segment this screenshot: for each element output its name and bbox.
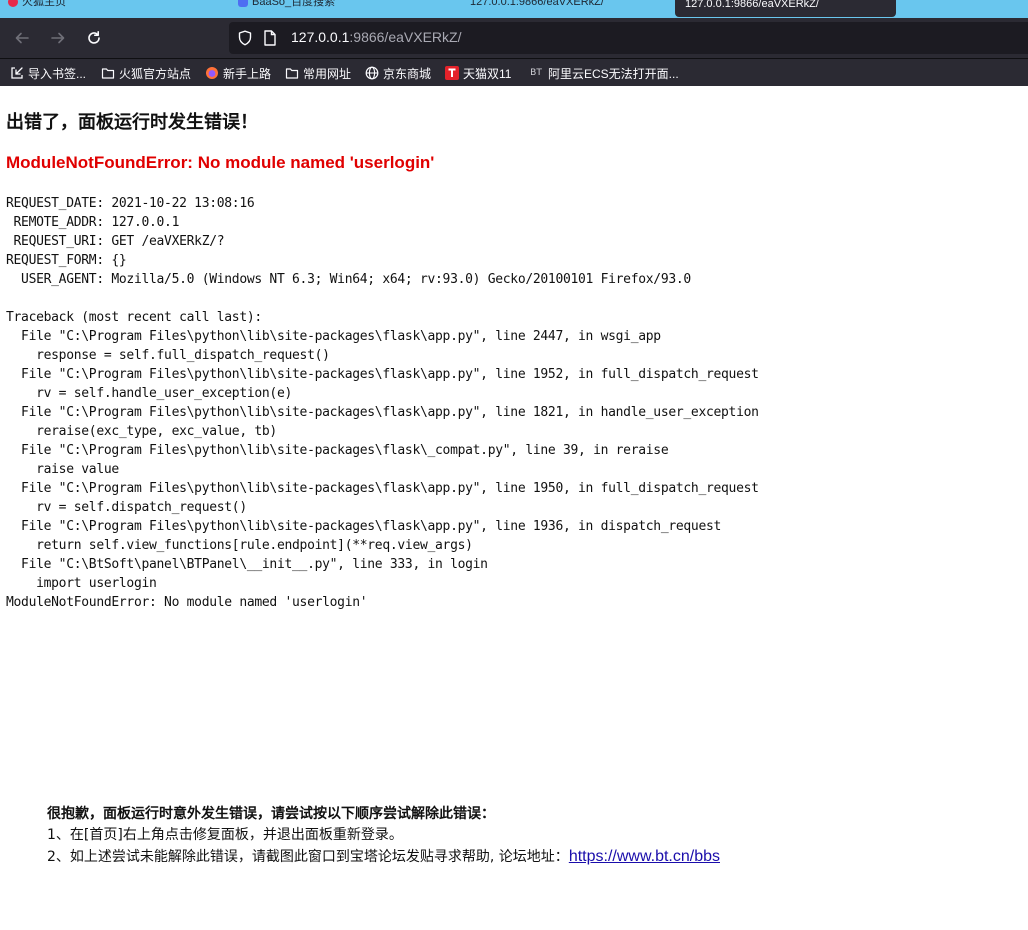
tab-strip: 火狐主页 BaaSo_百度搜索 127.0.0.1:9866/eaVXERkZ/… (0, 0, 1028, 18)
bookmark-label: 常用网址 (303, 66, 352, 81)
bookmark-firefox-official[interactable]: 火狐官方站点 (101, 65, 191, 81)
page-info-icon[interactable] (263, 30, 277, 46)
request-info: REQUEST_DATE: 2021-10-22 13:08:16 REMOTE… (6, 196, 691, 287)
tracking-protection-shield-icon[interactable] (237, 30, 253, 46)
tab-label: 127.0.0.1:9866/eaVXERkZ/ (685, 0, 819, 10)
firefox-favicon-icon (8, 0, 18, 8)
navigation-toolbar: 127.0.0.1:9866/eaVXERkZ/ (0, 18, 1028, 58)
traceback-line: Traceback (most recent call last): (6, 310, 262, 325)
help-notice: 很抱歉，面板运行时意外发生错误，请尝试按以下顺序尝试解除此错误： 1、在[首页]… (47, 804, 720, 868)
bookmark-aliyun-ecs[interactable]: BT 阿里云ECS无法打开面... (528, 65, 679, 81)
traceback-line: import userlogin (36, 576, 157, 591)
url-path: :9866/eaVXERkZ/ (349, 29, 462, 45)
traceback: Traceback (most recent call last): File … (6, 310, 759, 610)
tab-label: BaaSo_百度搜索 (252, 0, 336, 8)
page-content: 出错了，面板运行时发生错误！ ModuleNotFoundError: No m… (0, 87, 1028, 930)
bookmark-jd[interactable]: 京东商城 (365, 65, 431, 81)
help-step-1: 1、在[首页]右上角点击修复面板，并退出面板重新登录。 (47, 827, 403, 843)
baidu-favicon-icon (238, 0, 248, 8)
traceback-line: File "C:\Program Files\python\lib\site-p… (21, 481, 759, 496)
back-arrow-icon (15, 32, 29, 44)
forward-arrow-icon (51, 32, 65, 44)
address-bar[interactable]: 127.0.0.1:9866/eaVXERkZ/ (229, 22, 1028, 54)
tmall-icon (445, 66, 459, 80)
import-icon (10, 66, 24, 80)
traceback-line: File "C:\Program Files\python\lib\site-p… (21, 329, 661, 344)
tab-firefox-home[interactable]: 火狐主页 (8, 0, 66, 14)
traceback-line: File "C:\Program Files\python\lib\site-p… (21, 367, 759, 382)
help-title: 很抱歉，面板运行时意外发生错误，请尝试按以下顺序尝试解除此错误： (47, 806, 495, 822)
traceback-line: File "C:\Program Files\python\lib\site-p… (21, 405, 759, 420)
bookmark-common-sites[interactable]: 常用网址 (285, 65, 351, 81)
url-host: 127.0.0.1 (291, 29, 350, 45)
error-heading: ModuleNotFoundError: No module named 'us… (6, 153, 435, 172)
forum-link[interactable]: https://www.bt.cn/bbs (569, 848, 720, 865)
request-line: REQUEST_DATE: 2021-10-22 13:08:16 (6, 196, 255, 211)
firefox-icon (205, 66, 219, 80)
traceback-line: ModuleNotFoundError: No module named 'us… (6, 595, 368, 610)
traceback-line: File "C:\BtSoft\panel\BTPanel\__init__.p… (21, 557, 488, 572)
help-step-2: 2、如上述尝试未能解除此错误，请截图此窗口到宝塔论坛发贴寻求帮助, 论坛地址：h… (47, 846, 720, 868)
tab-local-panel[interactable]: 127.0.0.1:9866/eaVXERkZ/ (470, 0, 604, 14)
traceback-line: response = self.full_dispatch_request() (36, 348, 330, 363)
url-text[interactable]: 127.0.0.1:9866/eaVXERkZ/ (291, 29, 461, 45)
traceback-line: reraise(exc_type, exc_value, tb) (36, 424, 277, 439)
bookmark-label: 火狐官方站点 (119, 66, 192, 81)
request-line: REMOTE_ADDR: 127.0.0.1 (13, 215, 180, 230)
reload-icon (88, 31, 100, 44)
tab-label: 火狐主页 (22, 0, 66, 8)
bookmark-label: 天猫双11 (463, 66, 512, 81)
tab-current[interactable]: 127.0.0.1:9866/eaVXERkZ/ (675, 0, 896, 17)
traceback-line: raise value (36, 462, 119, 477)
traceback-line: rv = self.dispatch_request() (36, 500, 247, 515)
bookmark-label: 新手上路 (223, 66, 272, 81)
globe-icon (365, 66, 379, 80)
forward-button[interactable] (46, 26, 70, 50)
tab-label: 127.0.0.1:9866/eaVXERkZ/ (470, 0, 604, 8)
folder-icon (101, 66, 115, 80)
reload-button[interactable] (82, 26, 106, 50)
tab-baidu-search[interactable]: BaaSo_百度搜索 (238, 0, 335, 14)
folder-icon (285, 66, 299, 80)
bookmark-getting-started[interactable]: 新手上路 (205, 65, 271, 81)
bookmarks-toolbar: 导入书签... 火狐官方站点 新手上路 常用网址 京东商城 天猫双11 BT 阿… (0, 58, 1028, 86)
request-line: REQUEST_URI: GET /eaVXERkZ/? (13, 234, 225, 249)
bookmark-import[interactable]: 导入书签... (10, 65, 86, 81)
request-line: REQUEST_FORM: {} (6, 253, 127, 268)
back-button[interactable] (10, 26, 34, 50)
traceback-line: File "C:\Program Files\python\lib\site-p… (21, 519, 722, 534)
traceback-line: return self.view_functions[rule.endpoint… (36, 538, 473, 553)
error-details: REQUEST_DATE: 2021-10-22 13:08:16 REMOTE… (6, 194, 759, 612)
page-title: 出错了，面板运行时发生错误！ (6, 112, 258, 133)
request-line: USER_AGENT: Mozilla/5.0 (Windows NT 6.3;… (21, 272, 691, 287)
traceback-line: File "C:\Program Files\python\lib\site-p… (21, 443, 669, 458)
bookmark-label: 阿里云ECS无法打开面... (548, 66, 679, 81)
bt-icon: BT (530, 68, 542, 78)
help-step-2-text: 2、如上述尝试未能解除此错误，请截图此窗口到宝塔论坛发贴寻求帮助, 论坛地址： (47, 849, 569, 865)
bookmark-tmall[interactable]: 天猫双11 (445, 65, 511, 81)
bookmark-label: 京东商城 (383, 66, 432, 81)
bookmark-label: 导入书签... (28, 66, 87, 81)
traceback-line: rv = self.handle_user_exception(e) (36, 386, 293, 401)
